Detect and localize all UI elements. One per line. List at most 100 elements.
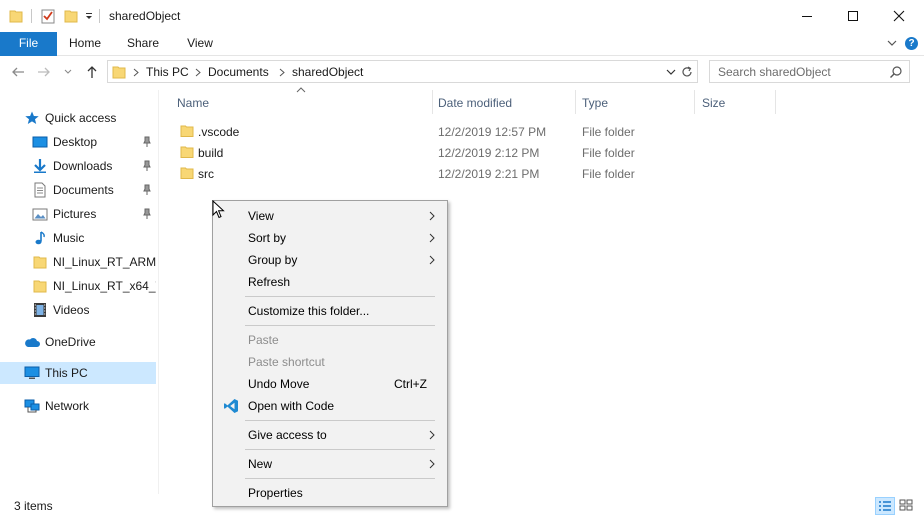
item-count: 3 items: [14, 499, 53, 513]
nav-label: Music: [53, 231, 85, 245]
computer-icon: [24, 366, 40, 379]
menu-label: Undo Move: [248, 377, 310, 391]
tab-share[interactable]: Share: [115, 32, 171, 56]
menu-item-new[interactable]: New: [215, 453, 445, 475]
maximize-button[interactable]: [830, 0, 876, 32]
nav-pictures[interactable]: Pictures: [0, 203, 156, 225]
chevron-right-icon: [429, 255, 435, 265]
forward-icon[interactable]: [36, 64, 52, 80]
nav-desktop[interactable]: Desktop: [0, 131, 156, 153]
folder-icon: [33, 256, 47, 269]
chevron-right-icon[interactable]: [194, 68, 202, 77]
vscode-icon: [224, 399, 238, 413]
ribbon: File Home Share View ?: [0, 32, 924, 56]
tab-file[interactable]: File: [0, 32, 57, 56]
details-view-icon: [879, 501, 891, 511]
tab-home[interactable]: Home: [57, 32, 113, 56]
nav-music[interactable]: Music: [0, 227, 156, 249]
nav-label: Network: [45, 399, 90, 413]
file-row-build[interactable]: build 12/2/2019 2:12 PM File folder: [174, 142, 654, 163]
details-view-button[interactable]: [875, 497, 895, 515]
window-title: sharedObject: [109, 9, 181, 23]
back-icon[interactable]: [10, 64, 26, 80]
menu-item-view[interactable]: View: [215, 205, 445, 227]
menu-item-group-by[interactable]: Group by: [215, 249, 445, 271]
nav-videos[interactable]: Videos: [0, 299, 156, 321]
menu-item-refresh[interactable]: Refresh: [215, 271, 445, 293]
menu-label: Paste shortcut: [248, 355, 325, 369]
menu-item-customize-folder[interactable]: Customize this folder...: [215, 300, 445, 322]
menu-item-give-access[interactable]: Give access to: [215, 424, 445, 446]
refresh-icon[interactable]: [680, 65, 694, 79]
search-icon[interactable]: [889, 65, 903, 79]
column-header-size[interactable]: Size: [695, 90, 775, 114]
pane-splitter[interactable]: [158, 90, 159, 494]
address-row: This PC Documents sharedObject Search sh…: [0, 56, 924, 90]
nav-onedrive[interactable]: OneDrive: [0, 331, 156, 353]
menu-item-sort-by[interactable]: Sort by: [215, 227, 445, 249]
nav-ni-linux-rt-armv7[interactable]: NI_Linux_RT_ARMv7: [0, 251, 156, 273]
nav-network[interactable]: Network: [0, 395, 156, 417]
nav-documents[interactable]: Documents: [0, 179, 156, 201]
nav-label: Desktop: [53, 135, 98, 149]
pin-icon[interactable]: [142, 208, 152, 220]
file-type: File folder: [582, 146, 635, 160]
music-icon: [35, 231, 45, 245]
column-header-type[interactable]: Type: [576, 90, 694, 114]
properties-icon[interactable]: [41, 8, 55, 24]
menu-item-paste[interactable]: Paste: [215, 329, 445, 351]
column-separator[interactable]: [775, 90, 776, 114]
close-button[interactable]: [876, 0, 922, 32]
picture-icon: [32, 208, 48, 221]
customize-toolbar-icon[interactable]: [85, 10, 93, 22]
menu-separator: [245, 478, 435, 479]
column-header-name[interactable]: Name: [174, 90, 432, 114]
nav-this-pc[interactable]: This PC: [0, 362, 156, 384]
up-icon[interactable]: [84, 64, 100, 80]
file-date: 12/2/2019 2:12 PM: [438, 146, 540, 160]
pin-icon[interactable]: [142, 160, 152, 172]
search-input[interactable]: Search sharedObject: [709, 60, 910, 83]
help-button[interactable]: ?: [905, 37, 918, 50]
file-name: src: [198, 167, 214, 181]
folder-icon: [180, 125, 194, 137]
file-row-src[interactable]: src 12/2/2019 2:21 PM File folder: [174, 163, 654, 184]
menu-shortcut: Ctrl+Z: [394, 377, 427, 391]
menu-label: Sort by: [248, 231, 287, 245]
search-placeholder: Search sharedObject: [718, 65, 831, 79]
nav-downloads[interactable]: Downloads: [0, 155, 156, 177]
menu-item-paste-shortcut[interactable]: Paste shortcut: [215, 351, 445, 373]
tab-view[interactable]: View: [172, 32, 228, 56]
mouse-cursor-icon: [212, 200, 225, 219]
nav-ni-linux-rt-x64[interactable]: NI_Linux_RT_x64_Te: [0, 275, 156, 297]
menu-item-undo-move[interactable]: Undo Move Ctrl+Z: [215, 373, 445, 395]
breadcrumb-documents[interactable]: Documents: [208, 65, 269, 79]
new-folder-icon[interactable]: [64, 8, 78, 24]
folder-icon: [180, 167, 194, 179]
recent-locations-icon[interactable]: [63, 64, 73, 80]
file-row-vscode[interactable]: .vscode 12/2/2019 12:57 PM File folder: [174, 121, 654, 142]
chevron-right-icon[interactable]: [132, 68, 140, 77]
nav-label: Downloads: [53, 159, 113, 173]
menu-separator: [245, 325, 435, 326]
nav-label: This PC: [45, 366, 88, 380]
pin-icon[interactable]: [142, 136, 152, 148]
column-header-date-modified[interactable]: Date modified: [433, 90, 575, 114]
chevron-down-icon[interactable]: [886, 37, 898, 49]
breadcrumb-this-pc[interactable]: This PC: [146, 65, 189, 79]
title-bar: sharedObject: [0, 0, 924, 32]
context-menu: View Sort by Group by Refresh Customize …: [212, 200, 448, 507]
address-bar[interactable]: This PC Documents sharedObject: [107, 60, 698, 83]
pin-icon[interactable]: [142, 184, 152, 196]
chevron-right-icon[interactable]: [278, 68, 286, 77]
folder-icon[interactable]: [9, 8, 23, 24]
large-icons-view-button[interactable]: [897, 497, 917, 515]
breadcrumb-sharedobject[interactable]: sharedObject: [292, 65, 363, 79]
column-label: Size: [702, 96, 726, 110]
minimize-button[interactable]: [784, 0, 830, 32]
nav-quick-access[interactable]: Quick access: [0, 107, 156, 129]
menu-item-open-with-code[interactable]: Open with Code: [215, 395, 445, 417]
chevron-down-icon[interactable]: [666, 66, 676, 78]
menu-item-properties[interactable]: Properties: [215, 482, 445, 504]
chevron-right-icon: [429, 430, 435, 440]
